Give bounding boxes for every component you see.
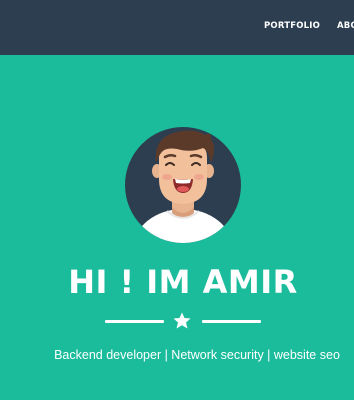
- navbar: PORTFOLIO ABOUT: [0, 0, 354, 55]
- page-title: HI ! IM AMIR: [68, 263, 298, 301]
- divider-line-left: [105, 320, 164, 323]
- masthead: HI ! IM AMIR Backend developer | Network…: [0, 55, 354, 400]
- divider-line-right: [202, 320, 261, 323]
- page-subtitle: Backend developer | Network security | w…: [54, 348, 340, 362]
- star-icon: [173, 312, 191, 329]
- user-avatar-icon: [125, 127, 241, 243]
- nav-link-portfolio[interactable]: PORTFOLIO: [264, 21, 320, 31]
- nav-link-about[interactable]: ABOUT: [337, 21, 354, 31]
